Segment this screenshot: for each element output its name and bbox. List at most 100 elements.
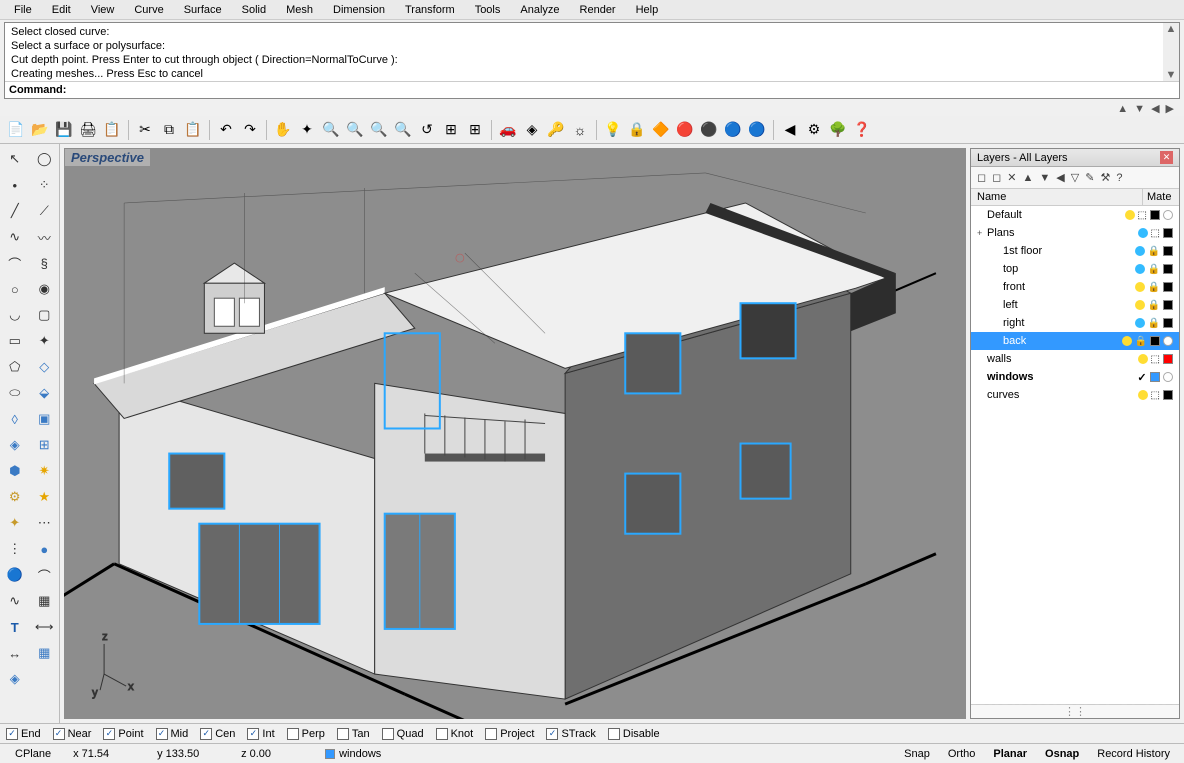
cylinder-icon[interactable]: ⬢ xyxy=(3,460,27,482)
dots-icon[interactable]: ⋯ xyxy=(32,512,56,534)
menu-tools[interactable]: Tools xyxy=(465,2,511,18)
new-sublayer-icon[interactable]: ◻ xyxy=(992,171,1001,184)
layer-row[interactable]: back🔒 xyxy=(971,332,1179,350)
checkbox[interactable] xyxy=(436,728,448,740)
wheel-icon[interactable]: 🔴 xyxy=(675,120,695,140)
cut-icon[interactable]: ✂ xyxy=(135,120,155,140)
lock-icon[interactable]: ⬚ xyxy=(1151,354,1160,365)
layer-row[interactable]: front🔒 xyxy=(971,278,1179,296)
osnap-int[interactable]: ✓Int xyxy=(247,728,274,740)
solid-icon[interactable]: ▣ xyxy=(32,408,56,430)
point-icon[interactable]: • xyxy=(3,174,27,196)
helix-icon[interactable]: § xyxy=(32,252,56,274)
perspective-viewport[interactable]: Perspective xyxy=(64,148,966,719)
checkbox[interactable] xyxy=(287,728,299,740)
close-icon[interactable]: ✕ xyxy=(1160,151,1173,164)
tree-icon[interactable]: 🌳 xyxy=(828,120,848,140)
color-swatch[interactable] xyxy=(1163,264,1173,274)
light-icon[interactable]: 💡 xyxy=(603,120,623,140)
move-left-icon[interactable]: ◀ xyxy=(1056,171,1064,184)
zoom-window-icon[interactable]: 🔍 xyxy=(345,120,365,140)
zoom-icon[interactable]: 🔍 xyxy=(321,120,341,140)
new-icon[interactable]: 📄 xyxy=(6,120,26,140)
lock-icon[interactable]: 🔒 xyxy=(1148,264,1160,275)
toggle-snap[interactable]: Snap xyxy=(896,747,938,761)
lock-icon[interactable]: ⬚ xyxy=(1151,228,1160,239)
rotate-view-icon[interactable]: ✦ xyxy=(297,120,317,140)
osnap-near[interactable]: ✓Near xyxy=(53,728,92,740)
color-swatch[interactable] xyxy=(1150,372,1160,382)
cube-icon[interactable]: ◈ xyxy=(3,668,27,690)
interp-icon[interactable]: 〰 xyxy=(32,226,56,248)
history-scrollbar[interactable]: ▲▼ xyxy=(1163,23,1179,81)
toggle-record-history[interactable]: Record History xyxy=(1089,747,1178,761)
bulb-icon[interactable] xyxy=(1138,390,1148,400)
set-view-icon[interactable]: ⊞ xyxy=(441,120,461,140)
polyline-icon[interactable]: ∿ xyxy=(3,226,27,248)
menu-dimension[interactable]: Dimension xyxy=(323,2,395,18)
checkbox[interactable]: ✓ xyxy=(103,728,115,740)
set-cplane-icon[interactable]: ☼ xyxy=(570,120,590,140)
menu-mesh[interactable]: Mesh xyxy=(276,2,323,18)
bulb-icon[interactable] xyxy=(1135,282,1145,292)
ellipse-icon[interactable]: ⬭ xyxy=(3,382,27,404)
points-on-icon[interactable]: ⋮ xyxy=(3,538,27,560)
move-up-icon[interactable]: ▲ xyxy=(1023,172,1034,184)
col-name[interactable]: Name xyxy=(971,189,1143,205)
gear-edit-icon[interactable]: ⚙ xyxy=(3,486,27,508)
lock-icon[interactable]: 🔒 xyxy=(1148,300,1160,311)
material-icon[interactable] xyxy=(1163,336,1173,346)
material-icon[interactable] xyxy=(1163,210,1173,220)
osnap-mid[interactable]: ✓Mid xyxy=(156,728,189,740)
pan-icon[interactable]: ✋ xyxy=(273,120,293,140)
delete-layer-icon[interactable]: ✕ xyxy=(1007,171,1016,184)
mesh-tool-icon[interactable]: ⊞ xyxy=(32,434,56,456)
bulb-icon[interactable] xyxy=(1122,336,1132,346)
print-icon[interactable]: 🖨 xyxy=(78,120,98,140)
menu-view[interactable]: View xyxy=(81,2,125,18)
line-icon[interactable]: ╱ xyxy=(3,200,27,222)
color-swatch[interactable] xyxy=(1150,210,1160,220)
cplane-icon[interactable]: ◈ xyxy=(522,120,542,140)
osnap-point[interactable]: ✓Point xyxy=(103,728,143,740)
dim-icon[interactable]: ↔ xyxy=(3,642,27,664)
checkbox[interactable] xyxy=(382,728,394,740)
nav-down-icon[interactable]: ▼ xyxy=(1134,103,1145,115)
nav-left-icon[interactable]: ◀ xyxy=(1151,102,1159,115)
sphere-icon[interactable]: 🔵 xyxy=(747,120,767,140)
lasso-icon[interactable]: ◯ xyxy=(32,148,56,170)
status-layer[interactable]: windows xyxy=(316,746,466,762)
bulb-icon[interactable] xyxy=(1135,246,1145,256)
arc2-icon[interactable]: ⌒ xyxy=(32,564,56,586)
toggle-planar[interactable]: Planar xyxy=(985,747,1035,761)
bulb-icon[interactable] xyxy=(1135,300,1145,310)
curve2-icon[interactable]: ∿ xyxy=(3,590,27,612)
bulb-icon[interactable] xyxy=(1135,264,1145,274)
named-cplane-icon[interactable]: 🔑 xyxy=(546,120,566,140)
command-input[interactable] xyxy=(70,82,1179,98)
resize-grip[interactable]: ⋮⋮ xyxy=(971,704,1179,718)
menu-transform[interactable]: Transform xyxy=(395,2,465,18)
layer-row[interactable]: top🔒 xyxy=(971,260,1179,278)
hatch-icon[interactable]: ▦ xyxy=(32,590,56,612)
layers-icon[interactable]: 🔶 xyxy=(651,120,671,140)
gear-icon[interactable]: ⚙ xyxy=(804,120,824,140)
osnap-quad[interactable]: Quad xyxy=(382,728,424,740)
lock-icon[interactable]: ⬚ xyxy=(1138,210,1147,221)
redo-icon[interactable]: ↷ xyxy=(240,120,260,140)
points-icon[interactable]: ⁘ xyxy=(32,174,56,196)
menu-file[interactable]: File xyxy=(4,2,42,18)
rect-icon[interactable]: ▭ xyxy=(3,330,27,352)
osnap-cen[interactable]: ✓Cen xyxy=(200,728,235,740)
osnap-project[interactable]: Project xyxy=(485,728,534,740)
surface-icon[interactable]: ◊ xyxy=(3,408,27,430)
toggle-ortho[interactable]: Ortho xyxy=(940,747,984,761)
osnap-knot[interactable]: Knot xyxy=(436,728,474,740)
layer-row[interactable]: 1st floor🔒 xyxy=(971,242,1179,260)
undo-icon[interactable]: ↶ xyxy=(216,120,236,140)
color-swatch[interactable] xyxy=(1163,228,1173,238)
menu-surface[interactable]: Surface xyxy=(174,2,232,18)
paste-icon[interactable]: 📋 xyxy=(183,120,203,140)
menu-edit[interactable]: Edit xyxy=(42,2,81,18)
bulb-icon[interactable] xyxy=(1135,318,1145,328)
